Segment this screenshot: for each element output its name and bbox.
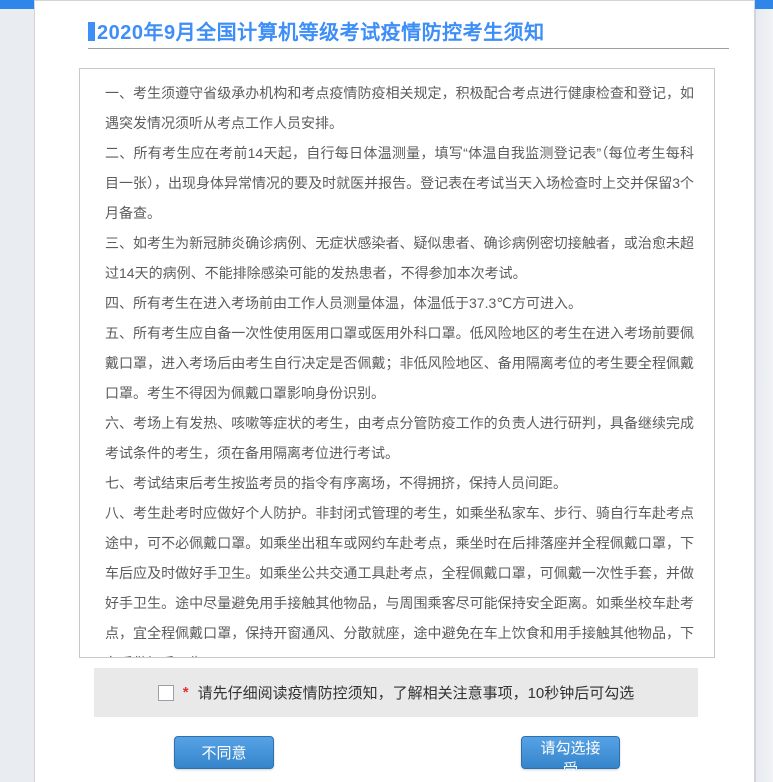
title-divider [88,48,729,49]
notice-paragraph-4: 四、所有考生在进入考场前由工作人员测量体温，体温低于37.3℃方可进入。 [105,288,694,318]
title-accent-bar [88,22,95,41]
title-row: 2020年9月全国计算机等级考试疫情防控考生须知 [88,16,754,41]
required-asterisk: * [183,684,189,701]
notice-content-box: 一、考生须遵守省级承办机构和考点疫情防疫相关规定，积极配合考点进行健康检查和登记… [79,68,715,658]
notice-paragraph-2: 二、所有考生应在考前14天起，自行每日体温测量，填写“体温自我监测登记表”（每位… [105,138,694,228]
notice-paragraph-5: 五、所有考生应自备一次性使用医用口罩或医用外科口罩。低风险地区的考生在进入考场前… [105,318,694,408]
disagree-button[interactable]: 不同意 [174,736,274,769]
notice-paragraph-3: 三、如考生为新冠肺炎确诊病例、无症状感染者、疑似患者、确诊病例密切接触者，或治愈… [105,228,694,288]
notice-card: 2020年9月全国计算机等级考试疫情防控考生须知 一、考生须遵守省级承办机构和考… [34,0,755,782]
action-buttons-row: 不同意 请勾选接受 [35,736,754,776]
notice-paragraph-1: 一、考生须遵守省级承办机构和考点疫情防疫相关规定，积极配合考点进行健康检查和登记… [105,78,694,138]
consent-checkbox[interactable] [158,685,174,701]
consent-bar: * 请先仔细阅读疫情防控须知，了解相关注意事项，10秒钟后可勾选 [94,668,698,717]
consent-label: 请先仔细阅读疫情防控须知，了解相关注意事项，10秒钟后可勾选 [198,682,635,703]
scrollbar-track[interactable] [755,0,773,782]
accept-button[interactable]: 请勾选接受 [521,736,620,769]
page-title: 2020年9月全国计算机等级考试疫情防控考生须知 [97,22,545,44]
notice-paragraph-6: 六、考场上有发热、咳嗽等症状的考生，由考点分管防疫工作的负责人进行研判，具备继续… [105,408,694,468]
notice-paragraph-7: 七、考试结束后考生按监考员的指令有序离场，不得拥挤，保持人员间距。 [105,468,694,498]
notice-paragraph-8: 八、考生赴考时应做好个人防护。非封闭式管理的考生，如乘坐私家车、步行、骑自行车赴… [105,498,694,658]
